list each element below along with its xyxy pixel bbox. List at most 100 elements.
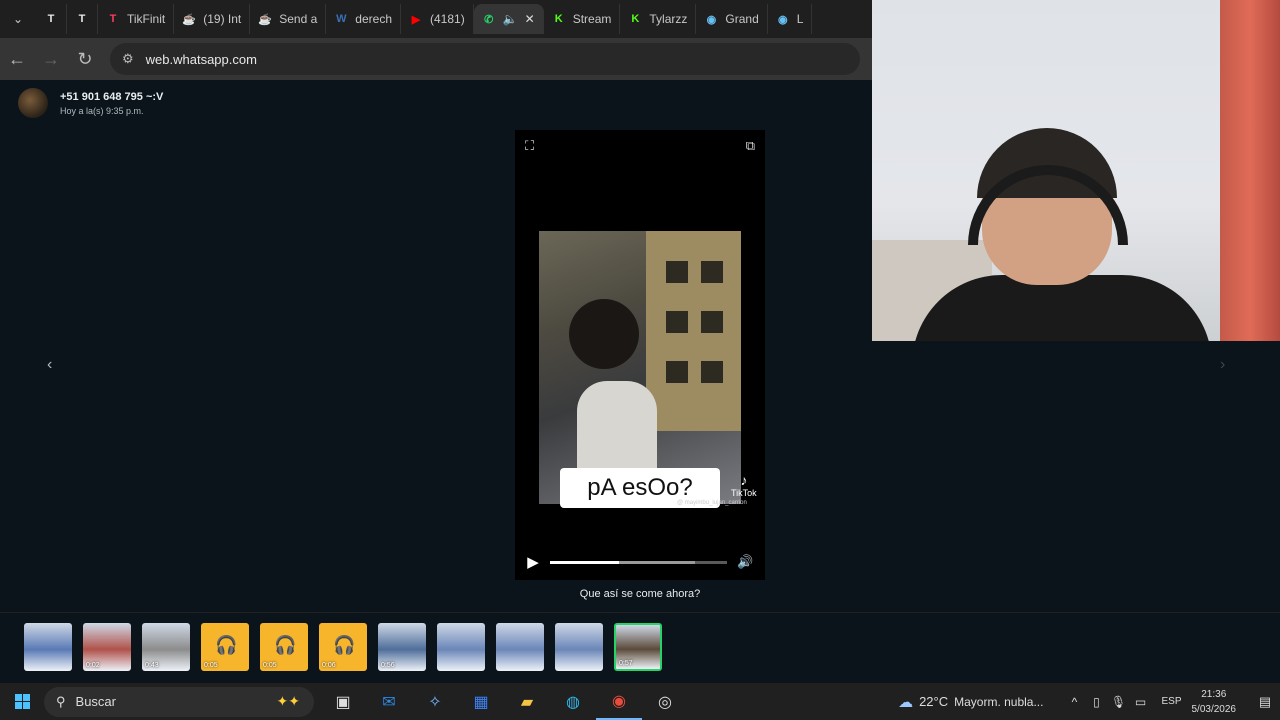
play-icon[interactable]: ▶ [515,553,551,571]
kofi-icon: ☕ [258,13,273,26]
media-thumbnail[interactable]: 0:02 [83,623,131,671]
url-text: web.whatsapp.com [145,51,257,67]
avatar[interactable] [18,88,48,118]
media-thumbnail[interactable] [437,623,485,671]
outlook-icon[interactable]: ✉ [366,683,412,720]
browser-tab[interactable]: K Tylarzz [620,4,697,34]
tab-label: Grand [725,12,759,26]
network-icon[interactable]: ▭ [1129,695,1151,709]
browser-tab[interactable]: ▶ (4181) [401,4,474,34]
weather-widget[interactable]: ☁ 22°C Mayorm. nubla... [898,693,1043,711]
system-tray: ☁ 22°C Mayorm. nubla... ^ ▯ 🎙 ▭ ESP 21:3… [898,683,1280,720]
thumbnail-duration: 0:06 [322,662,336,669]
sender-info: +51 901 648 795 ~:V Hoy a la(s) 9:35 p.m… [18,88,163,118]
edge-icon[interactable]: ◍ [550,683,596,720]
address-bar[interactable]: ⚙ web.whatsapp.com [110,43,860,75]
webcam-overlay [872,0,1280,341]
tablet-icon[interactable]: ▯ [1085,695,1107,709]
clock[interactable]: 21:36 5/03/2026 [1192,687,1237,717]
taskbar-search[interactable]: ⚲ Buscar ✦✦ [44,686,314,717]
kick-icon: K [631,13,640,25]
media-thumbnail[interactable]: 0:56 [378,623,426,671]
browser-tab[interactable]: ☕ (19) Int [174,4,251,34]
microphone-icon[interactable]: 🎙 [1107,695,1129,709]
copilot-icon[interactable]: ✧ [412,683,458,720]
tiktok-label: TikTok [731,488,757,498]
weather-text: Mayorm. nubla... [954,694,1044,709]
tab-label: Stream [572,12,612,26]
progress-played [550,560,620,564]
video-player[interactable]: ⛶ ⧉ pA esOo? ♪ TikTok @ mayimbu_lujan_ca… [515,130,765,580]
clock-date: 5/03/2026 [1191,703,1237,715]
clock-time: 21:36 [1201,688,1227,700]
chevron-up-icon[interactable]: ^ [1063,695,1085,709]
browser-tab-strip: ⌄ T T T TikFinit ☕ (19) Int ☕ Send a Wderech ▶ (41… [0,0,872,38]
taskbar: ⚲ Buscar ✦✦ ▣ ✉ ✧ ▦ ▰ ◍ ◉ ◎ ☁ 22°C Mayorm. nubl… [0,683,1280,720]
steam-icon: ◉ [706,13,717,26]
file-explorer-icon[interactable]: ▰ [504,683,550,720]
picture-in-picture-icon[interactable]: ⧉ [746,138,755,154]
thumbnail-duration: 0:57 [619,660,633,667]
tiktok-logo-icon: ♪ [740,472,748,488]
browser-tab[interactable]: K Stream [544,4,621,34]
tikfinity-icon: T [109,13,117,25]
close-tab-icon[interactable]: ✕ [525,12,535,26]
forward-arrow-icon[interactable]: → [34,42,68,76]
browser-tab[interactable]: ✆ 🔈 ✕ [473,4,544,34]
tab-audio-icon[interactable]: 🔈 [503,12,518,26]
media-thumbnail[interactable]: 0:43 [142,623,190,671]
media-thumbnail[interactable]: 0:57 [614,623,662,671]
browser-tab[interactable]: ◉ Grand [696,4,768,34]
steam-icon: ◉ [777,13,788,26]
browser-tab[interactable]: Wderech [326,4,401,34]
browser-toolbar: ← → ↻ ⚙ web.whatsapp.com [0,38,872,80]
youtube-icon: ▶ [411,13,421,26]
video-frame [539,231,741,504]
whatsapp-icon: ✆ [484,13,494,26]
windows-start-icon[interactable] [0,694,44,709]
next-media-icon[interactable]: › [1220,356,1225,374]
volume-icon[interactable]: 🔊 [737,554,753,570]
thumbnail-duration: 0:56 [381,662,395,669]
person-head-shape [569,299,639,369]
search-icon: ⚲ [56,693,66,709]
media-thumbnail[interactable]: 🎧 0:05 [260,623,308,671]
headphones-icon: 🎧 [274,635,297,655]
fullscreen-icon[interactable]: ⛶ [525,138,534,154]
browser-tab[interactable]: ☕ Send a [250,4,327,34]
browser-tab[interactable]: T [67,4,98,34]
media-thumbnail[interactable]: 🎧 0:05 [201,623,249,671]
previous-media-icon[interactable]: ‹ [47,356,52,374]
site-settings-icon[interactable]: ⚙ [122,51,134,67]
obs-icon[interactable]: ◎ [642,683,688,720]
store-icon[interactable]: ▦ [458,683,504,720]
media-thumbnail[interactable]: 🎧 0:06 [319,623,367,671]
search-highlight-icon: ✦✦ [276,693,300,709]
wordpress-icon: W [336,13,347,25]
tab-label: Send a [279,12,318,26]
media-thumbnail[interactable] [555,623,603,671]
tab-label: L [796,12,804,26]
back-arrow-icon[interactable]: ← [0,42,34,76]
chrome-icon[interactable]: ◉ [596,683,642,720]
tab-search-icon[interactable]: ⌄ [0,0,36,38]
language-indicator[interactable]: ESP [1161,696,1181,707]
task-view-icon[interactable]: ▣ [320,683,366,720]
tiktok-handle: @ mayimbu_lujan_carrion [677,500,747,506]
browser-tab[interactable]: ◉ L [768,4,813,34]
tiktok-watermark: ♪ TikTok [731,472,757,498]
media-thumbnail[interactable] [24,623,72,671]
browser-tab[interactable]: T TikFinit [98,4,175,34]
browser-tab[interactable]: T [36,4,67,34]
curtain-background [1220,0,1280,341]
tikfinity-icon: T [78,13,86,25]
notification-icon[interactable]: ▤ [1250,694,1280,710]
thumbnail-duration: 0:05 [263,662,277,669]
media-thumbnail-strip: 0:02 0:43 🎧 0:05 🎧 0:05 🎧 0:06 0:56 0:57 [0,612,1280,683]
progress-bar[interactable] [550,560,727,564]
media-thumbnail[interactable] [496,623,544,671]
progress-buffered [619,560,696,564]
building-background [646,231,741,431]
kick-icon: K [554,13,563,25]
reload-icon[interactable]: ↻ [68,42,102,76]
